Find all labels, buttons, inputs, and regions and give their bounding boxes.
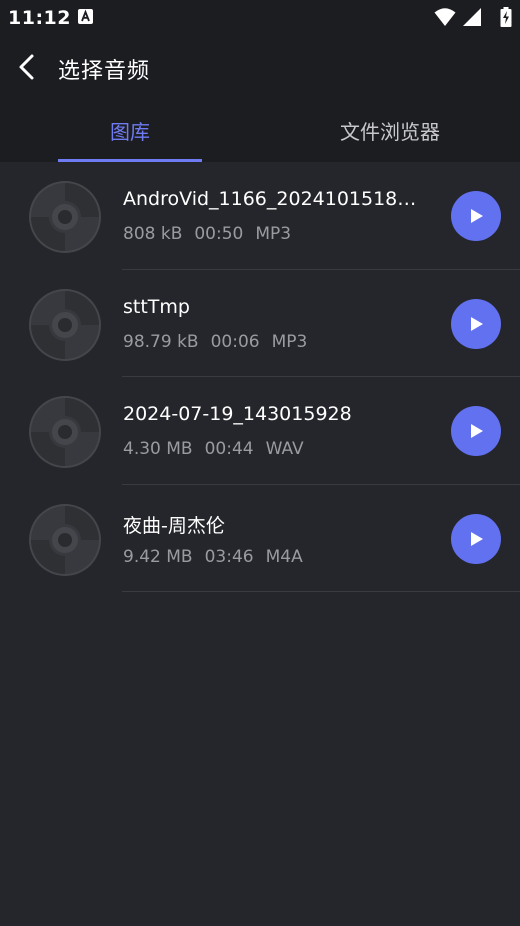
audio-size: 4.30 MB xyxy=(123,439,193,459)
audio-title: sttTmp xyxy=(123,295,190,318)
disc-icon xyxy=(29,181,101,253)
play-icon xyxy=(471,424,483,438)
disc-icon xyxy=(29,503,101,576)
audio-title: 2024-07-19_143015928 xyxy=(123,403,352,425)
audio-list-item[interactable]: AndroVid_1166_2024101518391 808 kB 00:50 M… xyxy=(0,162,520,270)
play-icon xyxy=(471,531,483,546)
audio-format: MP3 xyxy=(271,331,308,352)
audio-meta: 808 kB 00:50 MP3 xyxy=(123,224,303,244)
back-arrow-icon xyxy=(19,54,34,80)
back-button[interactable] xyxy=(10,49,46,85)
audio-meta: 9.42 MB 03:46 M4A xyxy=(123,547,315,567)
audio-title: 夜曲-周杰伦 xyxy=(123,514,225,537)
status-time: 11:12 xyxy=(8,7,71,29)
audio-list-item[interactable]: 2024-07-19_143015928 4.30 MB 00:44 WAV xyxy=(0,377,520,485)
audio-size: 98.79 kB xyxy=(123,331,199,352)
audio-meta: 4.30 MB 00:44 WAV xyxy=(123,439,316,459)
tab-file-browser[interactable]: 文件浏览器 xyxy=(300,98,480,162)
audio-list-item[interactable]: sttTmp 98.79 kB 00:06 MP3 xyxy=(0,270,520,377)
audio-format: WAV xyxy=(265,439,304,459)
audio-duration: 00:50 xyxy=(194,224,244,244)
play-button[interactable] xyxy=(451,191,501,241)
play-icon xyxy=(471,316,483,331)
tab-gallery[interactable]: 图库 xyxy=(58,98,202,162)
audio-title: AndroVid_1166_2024101518391 xyxy=(123,188,428,210)
title-bar: 选择音频 xyxy=(0,36,520,98)
audio-list: AndroVid_1166_2024101518391 808 kB 00:50 M… xyxy=(0,162,520,592)
audio-size: 9.42 MB xyxy=(123,546,193,567)
wifi-icon xyxy=(434,8,456,26)
audio-size: 808 kB xyxy=(123,224,183,244)
audio-duration: 00:44 xyxy=(204,439,254,459)
audio-format: MP3 xyxy=(255,224,292,244)
audio-duration: 00:06 xyxy=(210,331,260,352)
audio-duration: 03:46 xyxy=(204,546,254,567)
top-bar: 11:12 选择音频 图库 文件浏览器 xyxy=(0,0,520,162)
signal-icon xyxy=(463,8,481,26)
play-icon xyxy=(471,209,483,223)
page-title: 选择音频 xyxy=(58,59,151,84)
a-badge-icon xyxy=(78,9,93,24)
disc-icon xyxy=(29,288,101,361)
audio-meta: 98.79 kB 00:06 MP3 xyxy=(123,332,319,352)
play-button[interactable] xyxy=(451,513,501,564)
tab-bar: 图库 文件浏览器 xyxy=(0,98,520,162)
disc-icon xyxy=(29,396,101,468)
play-button[interactable] xyxy=(451,406,501,456)
divider xyxy=(122,591,520,592)
audio-format: M4A xyxy=(265,546,303,567)
audio-list-item[interactable]: 夜曲-周杰伦 9.42 MB 03:46 M4A xyxy=(0,485,520,592)
play-button[interactable] xyxy=(451,298,501,349)
battery-charging-icon xyxy=(500,7,512,27)
status-bar: 11:12 xyxy=(0,0,520,34)
